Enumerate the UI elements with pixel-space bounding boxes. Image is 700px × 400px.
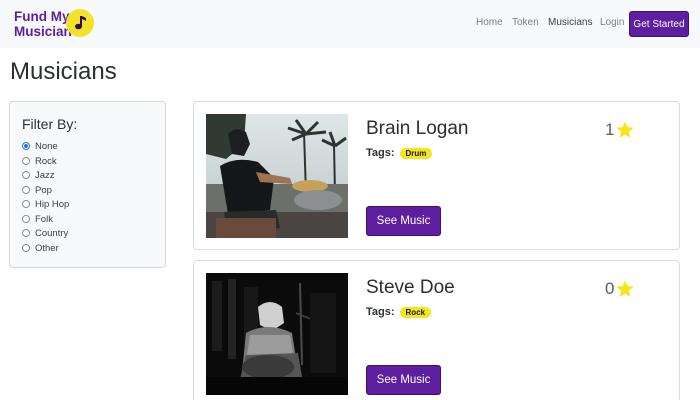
filter-title: Filter By: <box>22 116 78 132</box>
filter-option-label: Folk <box>35 213 53 225</box>
radio-other[interactable] <box>22 244 30 252</box>
filter-option-pop[interactable]: Pop <box>22 183 52 197</box>
radio-pop[interactable] <box>22 186 30 194</box>
filter-option-none[interactable]: None <box>22 139 58 153</box>
rating-value: 1 <box>605 120 615 139</box>
musician-name: Steve Doe <box>366 277 455 298</box>
musician-photo <box>206 273 348 395</box>
tag-badge: Drum <box>399 147 433 159</box>
nav-home[interactable]: Home <box>476 17 503 28</box>
page-title: Musicians <box>10 58 117 85</box>
filter-option-jazz[interactable]: Jazz <box>22 168 55 182</box>
rating: 1 <box>605 120 635 140</box>
brand-logo-text[interactable]: Fund My Musician <box>14 9 74 39</box>
rating-value: 0 <box>605 279 615 298</box>
nav-musicians[interactable]: Musicians <box>548 17 592 28</box>
filter-option-label: None <box>35 140 58 152</box>
musician-card: Brain Logan Tags: Drum 1 See Music <box>193 101 680 250</box>
see-music-button[interactable]: See Music <box>366 365 441 395</box>
filter-option-label: Other <box>35 242 59 254</box>
tags-label: Tags: <box>366 306 395 318</box>
radio-hip-hop[interactable] <box>22 200 30 208</box>
musician-card: Steve Doe Tags: Rock 0 See Music <box>193 260 680 400</box>
radio-rock[interactable] <box>22 157 30 165</box>
filter-option-folk[interactable]: Folk <box>22 212 53 226</box>
star-icon[interactable] <box>615 279 635 299</box>
filter-option-country[interactable]: Country <box>22 226 68 240</box>
musician-tags: Tags: Rock <box>366 306 432 318</box>
nav-token[interactable]: Token <box>512 17 539 28</box>
filter-option-label: Jazz <box>35 169 55 181</box>
nav-login[interactable]: Login <box>600 17 624 28</box>
see-music-button[interactable]: See Music <box>366 206 441 236</box>
navbar: Fund My Musician Home Token Musicians Lo… <box>0 0 700 48</box>
filter-option-hip-hop[interactable]: Hip Hop <box>22 197 69 211</box>
radio-country[interactable] <box>22 229 30 237</box>
star-icon[interactable] <box>615 120 635 140</box>
filter-option-label: Rock <box>35 155 57 167</box>
tag-badge: Rock <box>399 306 432 318</box>
filter-option-rock[interactable]: Rock <box>22 154 57 168</box>
get-started-button[interactable]: Get Started <box>629 11 689 37</box>
tags-label: Tags: <box>366 147 395 159</box>
filter-option-label: Country <box>35 227 69 239</box>
music-note-icon[interactable] <box>66 9 94 37</box>
radio-folk[interactable] <box>22 215 30 223</box>
musician-tags: Tags: Drum <box>366 147 433 159</box>
musician-name: Brain Logan <box>366 118 469 139</box>
rating: 0 <box>605 279 635 299</box>
musician-photo <box>206 114 348 238</box>
radio-none[interactable] <box>22 142 30 150</box>
filter-option-label: Hip Hop <box>35 198 70 210</box>
filter-option-other[interactable]: Other <box>22 241 59 255</box>
filter-panel: Filter By: None Rock Jazz Pop Hip Hop Fo… <box>9 101 166 268</box>
filter-option-label: Pop <box>35 184 52 196</box>
radio-jazz[interactable] <box>22 171 30 179</box>
